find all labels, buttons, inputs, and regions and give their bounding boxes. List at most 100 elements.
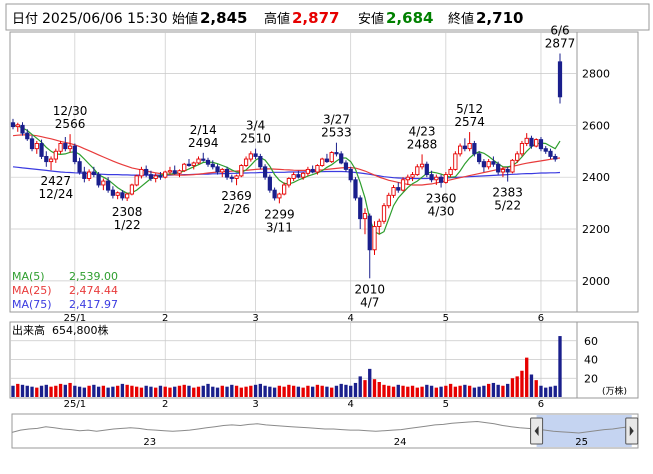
volume-bar <box>120 383 125 397</box>
candle-body <box>248 153 253 160</box>
volume-bar <box>315 384 320 397</box>
price-annotation: 2488 <box>407 137 438 151</box>
candle-body <box>115 192 120 196</box>
candle-body <box>453 153 458 170</box>
candle-body <box>277 193 282 199</box>
candle-body <box>20 124 25 134</box>
price-annotation: 2360 <box>426 192 457 206</box>
volume-bar <box>149 386 153 397</box>
candle-body <box>438 176 444 183</box>
candle-body <box>148 174 154 179</box>
volume-bar <box>144 385 148 397</box>
navigator-year-label: 24 <box>394 437 407 448</box>
volume-bar <box>87 385 91 397</box>
volume-bar <box>553 385 557 397</box>
volume-bar <box>496 384 500 397</box>
candle-body <box>144 168 149 176</box>
candle-body <box>548 150 553 157</box>
candle-body <box>224 168 230 178</box>
volume-bar <box>220 385 224 397</box>
candle-body <box>110 189 116 196</box>
candle-body <box>25 132 30 140</box>
volume-bar <box>377 382 381 397</box>
volume-bar <box>192 387 196 397</box>
volume-bar <box>68 382 72 397</box>
volume-y-axis: 60 40 20 <box>584 335 598 386</box>
candle-body <box>282 184 287 195</box>
volume-bar <box>187 385 191 397</box>
price-annotation: 2533 <box>321 126 352 140</box>
price-annotation: 2383 <box>492 186 523 200</box>
volume-bar <box>196 386 201 397</box>
candle-body <box>10 122 16 128</box>
candle-body <box>515 153 520 161</box>
open-label: 始値 <box>172 11 198 27</box>
candle-body <box>167 170 173 173</box>
volume-bar <box>115 385 120 397</box>
volume-bar <box>296 386 301 397</box>
candle-body <box>405 176 410 181</box>
volume-bar <box>467 385 472 397</box>
legend-value: 2,474.44 <box>69 284 118 297</box>
candle-body <box>481 161 487 168</box>
volume-bar <box>58 383 63 397</box>
candle-body <box>125 193 130 199</box>
candle-body <box>519 143 525 155</box>
range-navigator[interactable]: 23 24 25 <box>11 413 639 449</box>
candle-body <box>443 174 448 183</box>
volume-bar <box>163 386 167 397</box>
volume-bar <box>135 386 139 397</box>
volume-bar <box>444 385 448 397</box>
volume-bar <box>20 384 25 397</box>
volume-bar <box>39 385 44 397</box>
volume-bar <box>287 384 291 397</box>
price-tick-label: 2400 <box>582 171 610 184</box>
volume-bar <box>291 385 296 397</box>
candle-body <box>386 194 391 207</box>
stock-chart-widget: 日付 2025/06/06 15:30 始値 2,845 高値 2,877 安値… <box>0 0 653 470</box>
volume-bar <box>35 387 39 397</box>
high-value: 2,877 <box>292 9 339 27</box>
navigator-right-handle[interactable] <box>625 417 639 445</box>
candle-body <box>400 179 406 191</box>
candle-body <box>457 145 463 155</box>
volume-label: 出来高 <box>12 323 45 337</box>
volume-bar <box>282 386 286 397</box>
candle-body <box>44 155 49 163</box>
close-label: 終値 <box>448 11 474 27</box>
volume-bar <box>111 386 115 397</box>
candle-body <box>372 225 377 251</box>
volume-bar <box>106 387 110 397</box>
volume-bar <box>277 385 282 397</box>
volume-bar <box>491 382 496 397</box>
volume-bar <box>301 387 305 397</box>
volume-bar <box>49 386 53 397</box>
volume-bar <box>501 385 505 397</box>
price-annotation: 1/22 <box>114 218 141 232</box>
volume-bar <box>525 357 529 397</box>
volume-tick-label: 40 <box>584 354 598 367</box>
volume-bar <box>130 385 134 397</box>
volume-bar <box>410 385 415 397</box>
volume-bar <box>30 386 34 397</box>
candle-body <box>543 148 548 152</box>
candle-body <box>205 159 211 165</box>
volume-bar <box>258 383 263 397</box>
candle-body <box>353 179 358 199</box>
volume-unit: (万株) <box>602 385 627 397</box>
candle-body <box>253 153 258 157</box>
volume-bar <box>82 387 87 397</box>
candle-body <box>348 168 353 181</box>
volume-bar <box>482 385 486 397</box>
navigator-left-handle[interactable] <box>530 417 544 445</box>
candle-body <box>538 139 544 150</box>
candle-body <box>58 143 63 152</box>
volume-x-tick-label: 25/1 <box>64 399 86 410</box>
volume-bar <box>73 385 77 397</box>
volume-bar <box>534 380 538 397</box>
navigator-year-label: 23 <box>143 437 156 448</box>
candle-body <box>201 158 206 161</box>
volume-bar <box>168 387 172 397</box>
volume-bar <box>486 383 491 397</box>
volume-bar <box>253 384 258 397</box>
